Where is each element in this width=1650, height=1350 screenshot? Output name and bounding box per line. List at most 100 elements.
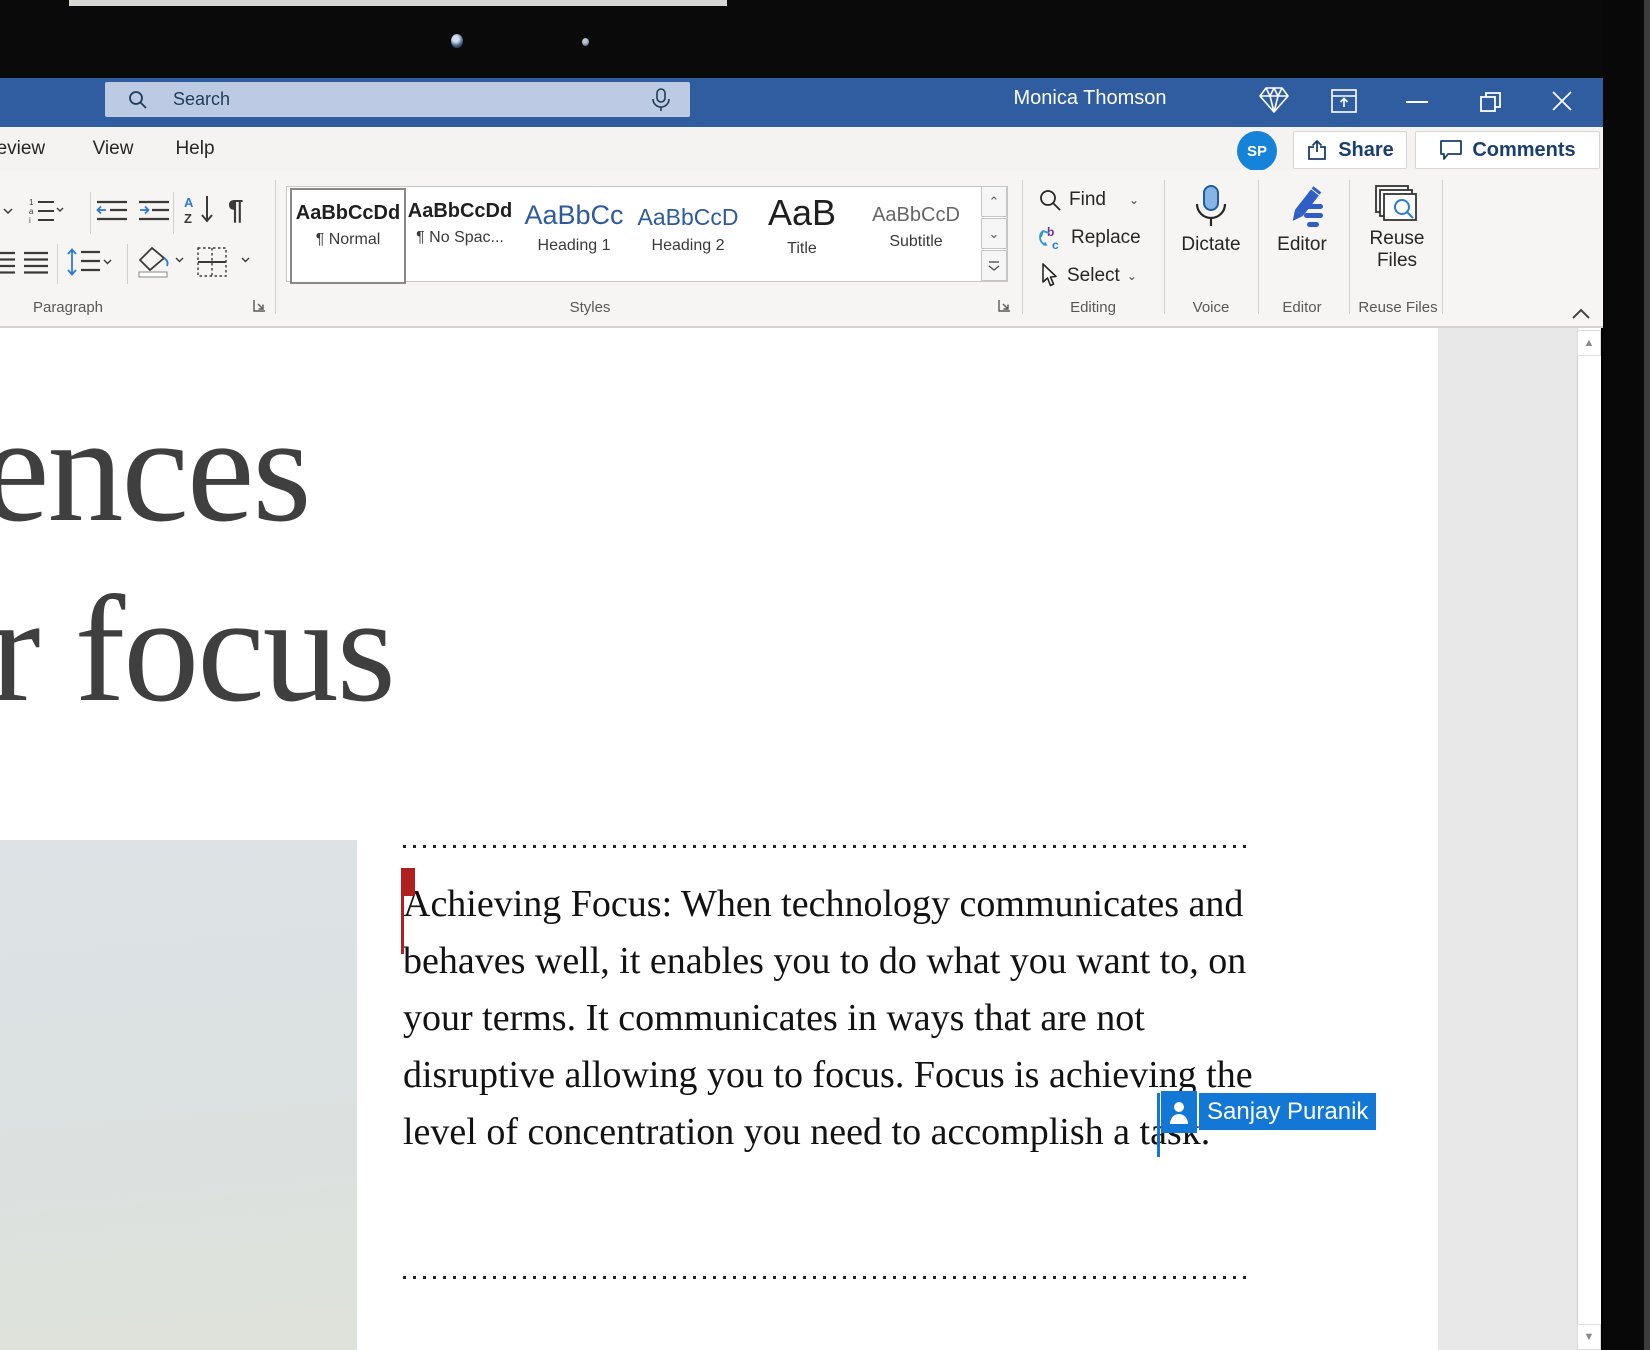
paragraph-dialog-launcher[interactable] bbox=[253, 299, 267, 313]
document-image[interactable] bbox=[0, 840, 357, 1350]
word-app-window: Search Monica Thomson Review View Help S… bbox=[0, 0, 1650, 1350]
signed-in-user-name: Monica Thomson bbox=[975, 87, 1205, 110]
svg-text:i: i bbox=[29, 216, 31, 225]
share-icon bbox=[1306, 139, 1329, 161]
style-heading-2[interactable]: AaBbCcD Heading 2 bbox=[632, 188, 744, 280]
ribbon-display-options-icon[interactable] bbox=[1331, 89, 1357, 113]
laptop-right-edge bbox=[1644, 0, 1650, 1350]
find-label: Find bbox=[1069, 189, 1106, 211]
svg-text:c: c bbox=[1052, 238, 1059, 251]
document-heading-line1: ences bbox=[0, 382, 310, 556]
find-dropdown-icon[interactable]: ⌄ bbox=[1129, 193, 1139, 207]
shading-icon[interactable] bbox=[136, 246, 186, 278]
reuse-files-label-line1: Reuse bbox=[1355, 228, 1439, 250]
increase-indent-icon[interactable] bbox=[138, 199, 170, 223]
search-dictate-mic-icon[interactable] bbox=[650, 88, 672, 112]
editor-pencil-icon bbox=[1262, 184, 1342, 234]
comments-button[interactable]: Comments bbox=[1415, 131, 1600, 169]
borders-icon[interactable] bbox=[196, 246, 252, 278]
style-name: Heading 2 bbox=[632, 237, 744, 255]
search-input[interactable]: Search bbox=[105, 82, 690, 117]
replace-icon: b c bbox=[1038, 225, 1064, 251]
style-sample: AaBbCcD bbox=[632, 204, 744, 231]
select-label: Select bbox=[1067, 265, 1120, 287]
tab-view[interactable]: View bbox=[86, 127, 140, 170]
styles-scroll-up-button[interactable]: ⌃ bbox=[981, 186, 1007, 217]
numbered-list-icon[interactable]: 1 a i bbox=[28, 197, 64, 225]
style-name: Heading 1 bbox=[518, 237, 630, 255]
justify-icon[interactable] bbox=[24, 250, 48, 274]
styles-dialog-launcher[interactable] bbox=[998, 299, 1012, 313]
style-heading-1[interactable]: AaBbCc Heading 1 bbox=[518, 188, 630, 280]
document-gutter bbox=[1438, 328, 1577, 1350]
scroll-up-button[interactable]: ▲ bbox=[1577, 330, 1601, 356]
dotted-divider-bottom bbox=[403, 1276, 1253, 1279]
svg-text:a: a bbox=[29, 207, 34, 216]
laptop-top-bezel bbox=[0, 0, 1650, 78]
pilcrow-icon[interactable]: ¶ bbox=[228, 194, 244, 226]
svg-text:A: A bbox=[184, 195, 194, 210]
editing-group-label: Editing bbox=[1043, 298, 1143, 318]
paragraph-line: your terms. It communicates in ways that… bbox=[403, 996, 1145, 1040]
close-button[interactable] bbox=[1551, 90, 1573, 112]
decrease-indent-icon[interactable] bbox=[96, 199, 128, 223]
reuse-files-label-line2: Files bbox=[1355, 250, 1439, 272]
style-title[interactable]: AaB Title bbox=[746, 188, 858, 280]
share-button[interactable]: Share bbox=[1293, 131, 1407, 169]
paragraph-line: Achieving Focus: When technology communi… bbox=[403, 882, 1243, 926]
reuse-files-button[interactable]: Reuse Files bbox=[1355, 184, 1439, 272]
select-button[interactable]: Select ⌄ bbox=[1038, 262, 1137, 290]
style-sample: AaBbCcDd bbox=[292, 202, 404, 225]
collaborator-name-flag: Sanjay Puranik bbox=[1199, 1093, 1376, 1130]
dictate-label: Dictate bbox=[1168, 234, 1254, 256]
style-no-spacing[interactable]: AaBbCcDd ¶ No Spac... bbox=[404, 188, 516, 280]
remote-caret-blue bbox=[1157, 1093, 1160, 1157]
tab-help[interactable]: Help bbox=[168, 127, 222, 170]
restore-window-button[interactable] bbox=[1479, 91, 1503, 113]
svg-text:Z: Z bbox=[184, 211, 192, 226]
paragraph-group-label: Paragraph bbox=[18, 298, 118, 318]
laptop-right-bezel bbox=[1603, 0, 1650, 1350]
webcam-icon bbox=[451, 34, 463, 48]
find-button[interactable]: Find ⌄ bbox=[1038, 186, 1139, 214]
styles-scroll-down-button[interactable]: ⌄ bbox=[981, 218, 1007, 249]
search-placeholder: Search bbox=[173, 89, 230, 110]
remote-caret-red bbox=[401, 896, 404, 954]
collapse-ribbon-icon[interactable] bbox=[1570, 306, 1592, 322]
paragraph-line: behaves well, it enables you to do what … bbox=[403, 939, 1246, 983]
premium-diamond-icon[interactable] bbox=[1258, 86, 1290, 114]
vertical-scrollbar[interactable] bbox=[1577, 328, 1601, 1350]
dictate-button[interactable]: Dictate bbox=[1168, 184, 1254, 256]
style-sample: AaBbCcD bbox=[860, 204, 972, 227]
collaborator-person-icon bbox=[1161, 1091, 1197, 1133]
select-cursor-icon bbox=[1038, 263, 1060, 289]
dictate-mic-icon bbox=[1168, 184, 1254, 234]
styles-group-label: Styles bbox=[540, 298, 640, 318]
reuse-files-icon bbox=[1355, 184, 1439, 228]
share-label: Share bbox=[1338, 139, 1394, 162]
style-normal[interactable]: AaBbCcDd ¶ Normal bbox=[290, 188, 406, 284]
style-name: ¶ No Spac... bbox=[404, 229, 516, 247]
voice-group-label: Voice bbox=[1161, 298, 1261, 318]
comment-icon bbox=[1439, 139, 1463, 161]
align-right-icon[interactable] bbox=[0, 250, 16, 274]
scroll-down-button[interactable]: ▼ bbox=[1577, 1324, 1601, 1350]
dotted-divider-top bbox=[403, 845, 1253, 848]
styles-more-button[interactable] bbox=[981, 250, 1007, 281]
select-dropdown-icon[interactable]: ⌄ bbox=[1127, 269, 1137, 283]
style-name: ¶ Normal bbox=[292, 231, 404, 249]
style-subtitle[interactable]: AaBbCcD Subtitle bbox=[860, 188, 972, 280]
webcam-led-icon bbox=[582, 38, 589, 46]
replace-button[interactable]: b c Replace bbox=[1038, 224, 1141, 252]
avatar[interactable]: SP bbox=[1237, 131, 1277, 171]
line-spacing-icon[interactable] bbox=[66, 248, 112, 276]
editor-label: Editor bbox=[1262, 234, 1342, 256]
tab-review[interactable]: Review bbox=[0, 127, 60, 170]
sort-icon[interactable]: A Z bbox=[183, 194, 217, 226]
replace-label: Replace bbox=[1071, 227, 1141, 249]
editor-button[interactable]: Editor bbox=[1262, 184, 1342, 256]
comments-label: Comments bbox=[1472, 139, 1575, 162]
style-name: Title bbox=[746, 240, 858, 258]
minimize-button[interactable] bbox=[1406, 100, 1428, 104]
bullet-list-dropdown-icon[interactable] bbox=[0, 205, 16, 217]
